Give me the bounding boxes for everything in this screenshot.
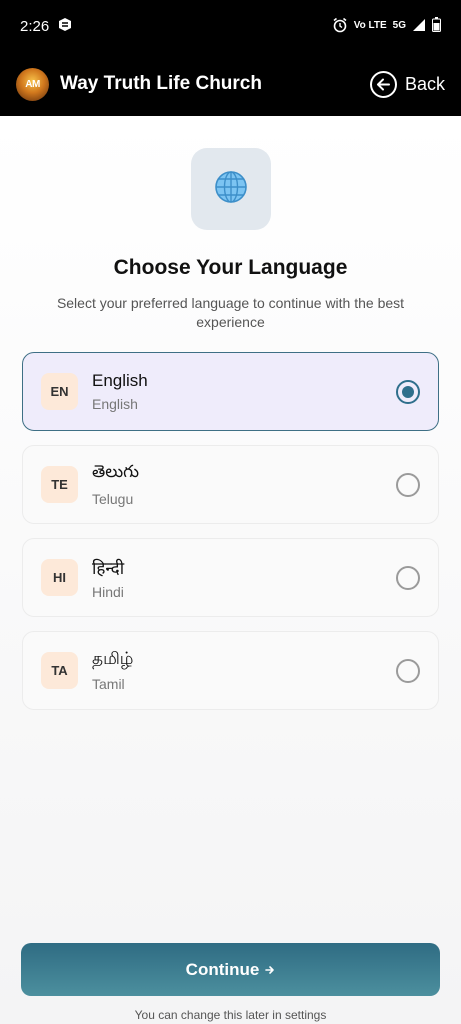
radio-button-selected[interactable] — [396, 379, 420, 404]
language-english-name: English — [92, 396, 138, 412]
back-button[interactable]: Back — [369, 70, 445, 98]
status-right: Vo LTE 5G — [332, 17, 441, 36]
volte-label: Vo LTE — [353, 20, 387, 31]
globe-icon-container — [191, 148, 271, 230]
page-title: Choose Your Language — [113, 256, 348, 279]
language-text: हिन्दी Hindi — [92, 556, 124, 600]
status-bar: 2:26 Vo LTE 5G — [0, 0, 461, 52]
continue-label: Continue — [185, 959, 260, 979]
language-native-name: English — [92, 371, 148, 390]
language-code-badge: TE — [41, 466, 78, 503]
language-code-badge: TA — [41, 652, 78, 689]
language-text: தமிழ் Tamil — [92, 649, 134, 692]
app-header: AM Way Truth Life Church Back — [0, 52, 461, 116]
signal-icon — [412, 18, 426, 35]
radio-button[interactable] — [396, 472, 420, 497]
language-code-badge: HI — [41, 559, 78, 596]
language-native-name: हिन्दी — [92, 558, 125, 578]
status-left: 2:26 — [20, 16, 73, 36]
status-time: 2:26 — [20, 17, 50, 35]
language-option-telugu[interactable]: TE తెలుగు Telugu — [22, 445, 439, 524]
language-native-name: తెలుగు — [92, 462, 139, 481]
alarm-icon — [332, 17, 348, 36]
language-english-name: Hindi — [92, 583, 124, 600]
arrow-right-icon — [265, 960, 275, 980]
main-content: Choose Your Language Select your preferr… — [0, 116, 461, 1024]
settings-footnote: You can change this later in settings — [134, 1008, 327, 1022]
network-label: 5G — [392, 20, 406, 31]
language-option-hindi[interactable]: HI हिन्दी Hindi — [22, 538, 439, 617]
page-subtitle: Select your preferred language to contin… — [56, 295, 405, 330]
app-title: Way Truth Life Church — [60, 73, 262, 94]
arrow-left-circle-icon — [369, 70, 397, 98]
globe-icon — [214, 170, 248, 209]
language-english-name: Telugu — [92, 491, 134, 507]
language-option-english[interactable]: EN English English — [22, 352, 439, 431]
radio-dot — [402, 385, 414, 398]
logo-text: AM — [25, 78, 40, 90]
language-native-name: தமிழ் — [92, 649, 134, 668]
language-code-badge: EN — [41, 373, 78, 410]
language-text: English English — [92, 371, 148, 412]
language-english-name: Tamil — [92, 676, 125, 692]
language-text: తెలుగు Telugu — [92, 462, 139, 507]
radio-button[interactable] — [396, 658, 420, 683]
back-label: Back — [404, 73, 445, 94]
continue-button[interactable]: Continue — [21, 943, 440, 996]
battery-icon — [432, 17, 441, 35]
radio-button[interactable] — [396, 565, 420, 590]
notification-icon — [57, 16, 73, 36]
church-logo: AM — [16, 67, 49, 101]
language-option-tamil[interactable]: TA தமிழ் Tamil — [22, 631, 439, 710]
